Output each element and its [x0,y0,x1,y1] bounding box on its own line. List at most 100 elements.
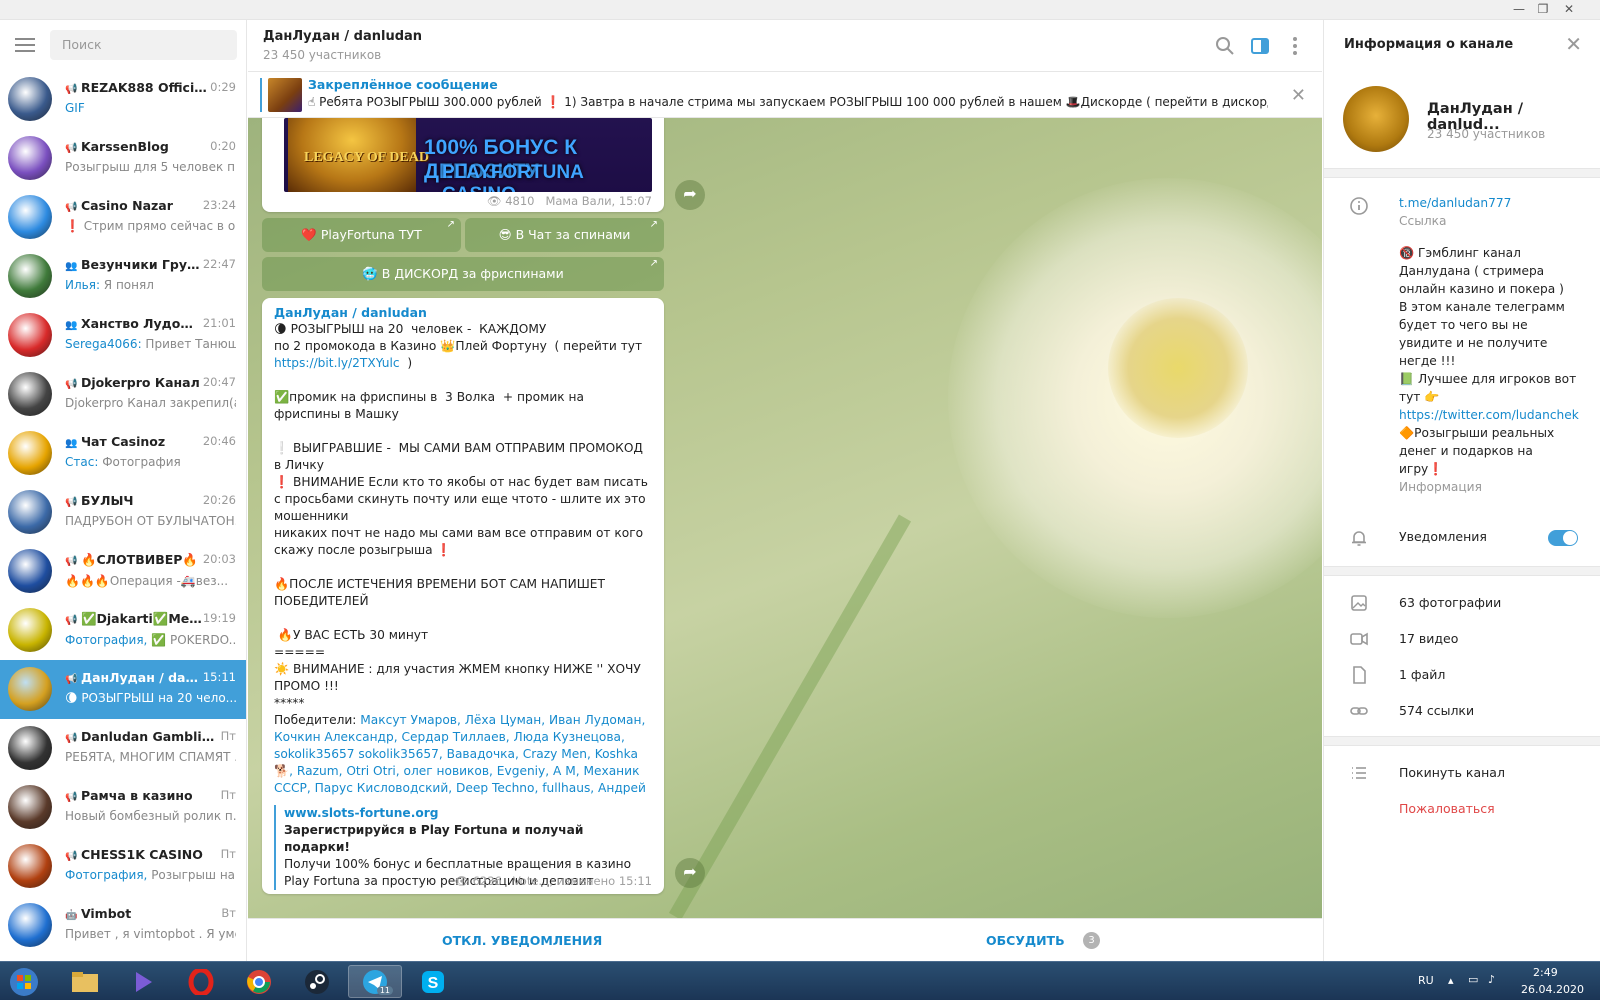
chat-list-item[interactable]: 📢 Danludan Gambling ...Пт РЕБЯТА, МНОГИМ … [0,719,246,778]
language-indicator[interactable]: RU [1418,974,1434,987]
group-icon: 👥 [65,261,81,272]
chat-preview-sender: Фотография, [65,868,148,882]
chat-preview-sender: Илья: [65,278,100,292]
volume-icon[interactable]: ♪ [1488,973,1495,986]
taskbar-opera[interactable] [174,965,228,998]
clock-date[interactable]: 26.04.2020 [1521,983,1584,996]
taskbar-skype[interactable]: S [406,965,460,998]
banner-game-title: LEGACY OF DEAD [304,150,429,165]
message-bubble-giveaway[interactable]: ДанЛудан / danludan 🌘 РОЗЫГРЫШ на 20 чел… [262,298,664,894]
message-author[interactable]: ДанЛудан / danludan [274,304,652,321]
chat-list-item[interactable]: 👥 Ханство Лудома... 21:01 Serega4066: Прив… [0,306,246,365]
minimize-icon[interactable]: — [1508,2,1530,16]
clock-time[interactable]: 2:49 [1533,966,1558,979]
inline-button-chat[interactable]: 😎 В Чат за спинами ↗ [465,218,664,252]
more-options-icon[interactable] [1284,35,1306,57]
divider [1324,566,1600,576]
chat-preview-text: Розыгрыш на ... [151,868,236,882]
network-icon[interactable]: ▭ [1468,973,1478,986]
chat-list-item[interactable]: 🤖 Vimbot Вт Привет , я vimtopbot . Я уме..… [0,896,246,955]
notifications-row[interactable]: Уведомления [1324,510,1600,566]
chat-list-item[interactable]: 📢 Рамча в казино Пт Новый бомбезный ролик … [0,778,246,837]
inline-button-discord[interactable]: 🥶 В ДИСКОРД за фриспинами ↗ [262,257,664,291]
start-button[interactable] [2,965,46,998]
video-icon [1350,632,1368,646]
shared-media-row[interactable]: 1 файл [1324,656,1600,692]
photo-icon [1351,595,1367,611]
message-line: ===== [274,645,326,659]
message-line: 🔥ПОСЛЕ ИСТЕЧЕНИЯ ВРЕМЕНИ БОТ САМ НАПИШЕТ… [274,577,609,608]
chat-list-item[interactable]: 📢 Djokerpro Канал 20:47 Djokerpro Канал за… [0,365,246,424]
message-bubble-banner[interactable]: LEGACY OF DEAD 100% БОНУС К ДЕПОЗИТУ PLA… [262,118,664,212]
share-icon[interactable]: ➦ [675,180,705,210]
discuss-button[interactable]: ОБСУДИТЬ [986,933,1065,948]
megaphone-icon: 📢 [65,143,81,154]
avatar[interactable] [1343,86,1409,152]
taskbar-explorer[interactable] [58,965,112,998]
chat-list-item[interactable]: 👥 Чат Casinoz 20:46 Стас: Фотография [0,424,246,483]
shared-media-row[interactable]: 574 ссылки [1324,692,1600,728]
notifications-toggle[interactable] [1548,530,1578,546]
window-titlebar: — ❐ ✕ [0,0,1600,20]
pinned-accent-bar [260,78,262,112]
sidebar-toggle-icon[interactable] [1249,35,1271,57]
hamburger-menu-icon[interactable] [12,34,38,56]
shared-media-label: 574 ссылки [1399,703,1475,718]
avatar [8,549,52,593]
pinned-text: ☝ Ребята РОЗЫГРЫШ 300.000 рублей ❗ 1) За… [308,95,1268,109]
share-icon[interactable]: ➦ [675,858,705,888]
search-input[interactable]: Поиск [50,30,237,60]
chat-list-item[interactable]: 📢 ДанЛудан / danlu...15:11 🌘 РОЗЫГРЫШ на … [0,660,246,719]
divider [1324,168,1600,178]
views-icon: 👁 [454,874,469,888]
channel-link[interactable]: t.me/danludan777 [1399,196,1511,210]
megaphone-icon: 📢 [65,84,81,95]
banner-image[interactable]: LEGACY OF DEAD 100% БОНУС К ДЕПОЗИТУ PLA… [284,118,652,192]
shared-media-row[interactable]: 17 видео [1324,620,1600,656]
taskbar-chrome[interactable] [232,965,286,998]
chat-list-item[interactable]: 📢 REZAK888 Official c...0:29 GIF [0,70,246,129]
tray-expand-icon[interactable]: ▴ [1448,974,1454,987]
chat-name-row: 📢 KarssenBlog 0:20 [65,139,236,154]
chat-preview-text: ❗ Стрим прямо сейчас в о... [65,219,236,233]
search-icon[interactable] [1214,35,1236,57]
chat-list-item[interactable]: 📢 БУЛЫЧ 20:26 ПАДРУБОН ОТ БУЛЫЧАТОН... [0,483,246,542]
taskbar-telegram[interactable]: 11 [348,965,402,998]
link-preview-site[interactable]: www.slots-fortune.org [284,805,652,822]
taskbar-steam[interactable] [290,965,344,998]
chat-time: Пт [220,788,236,802]
twitter-link[interactable]: https://twitter.com/ludanchek [1399,408,1579,422]
channel-info-panel: Информация о канале ✕ ДанЛудан / danlud.… [1323,20,1600,961]
shared-media-row[interactable]: 63 фотографии [1324,584,1600,620]
bitly-link[interactable]: https://bit.ly/2TXYulc [274,356,400,370]
close-pin-icon[interactable]: ✕ [1291,85,1306,106]
close-info-icon[interactable]: ✕ [1565,32,1582,56]
pinned-message-bar[interactable]: Закреплённое сообщение ☝ Ребята РОЗЫГРЫШ… [248,72,1322,118]
chat-list-item[interactable]: 📢 Casino Nazar 23:24 ❗ Стрим прямо сейчас … [0,188,246,247]
chat-list-item[interactable]: 📢 KarssenBlog 0:20 Розыгрыш для 5 человек … [0,129,246,188]
avatar [8,313,52,357]
chat-list-item[interactable]: 📢 ✅Djakarti✅Me... 19:19 Фотография, ✅ POKE… [0,601,246,660]
chat-name-row: 👥 Чат Casinoz 20:46 [65,434,236,449]
inline-button-playfortuna[interactable]: ❤️ PlayFortuna ТУТ ↗ [262,218,461,252]
close-window-icon[interactable]: ✕ [1558,2,1580,16]
report-button[interactable]: Пожаловаться [1324,790,1600,826]
chat-name: 📢 🔥СЛОТВИВЕР🔥 [65,552,198,568]
mute-notifications-button[interactable]: ОТКЛ. УВЕДОМЛЕНИЯ [442,933,602,948]
chat-list-item[interactable]: 📢 CHESS1K CASINO Пт Фотография, Розыгрыш н… [0,837,246,896]
chat-title: Рамча в казино [80,788,193,803]
chat-list-item[interactable]: 📢 🔥СЛОТВИВЕР🔥 20:03 🔥🔥🔥Операция -🚑вез... [0,542,246,601]
channel-members: 23 450 участников [1427,127,1546,141]
chat-time: 22:47 [202,257,236,271]
chat-preview-text: ПАДРУБОН ОТ БУЛЫЧАТОН... [65,514,236,528]
restore-icon[interactable]: ❐ [1532,2,1554,16]
windows-taskbar: 11 S RU ▴ ▭ ♪ 2:49 26.04.2020 [0,961,1600,1000]
taskbar-viber[interactable] [116,965,170,998]
leave-channel-row[interactable]: Покинуть канал [1324,754,1600,790]
chat-title[interactable]: ДанЛудан / danludan [263,29,1307,44]
chat-list-item[interactable]: 👥 Везунчики Группа 22:47 Илья: Я понял [0,247,246,306]
info-title: Информация о канале [1344,37,1514,52]
inline-button-label: ❤️ PlayFortuna ТУТ [301,227,422,242]
chat-name: 🤖 Vimbot [65,906,131,921]
message-feed[interactable]: LEGACY OF DEAD 100% БОНУС К ДЕПОЗИТУ PLA… [248,118,1322,918]
